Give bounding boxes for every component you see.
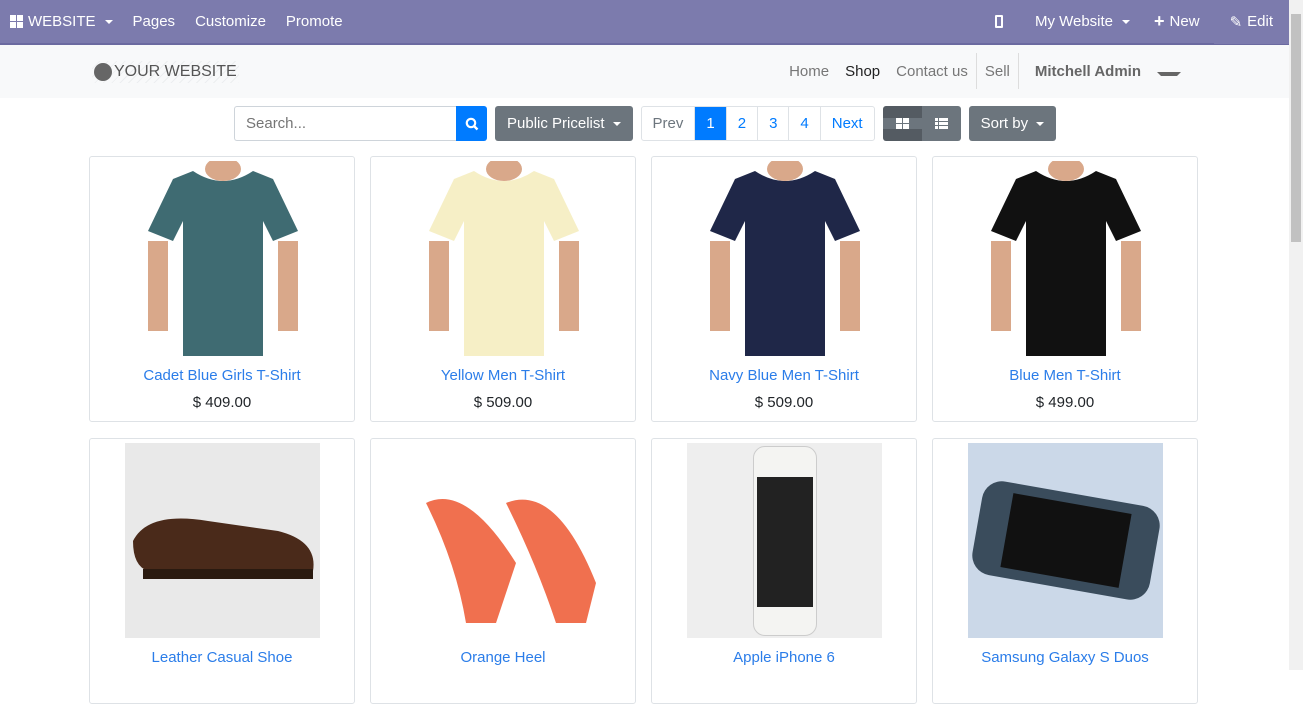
mobile-icon bbox=[994, 15, 1003, 28]
new-button[interactable]: + New bbox=[1140, 0, 1214, 44]
sort-label: Sort by bbox=[980, 115, 1029, 132]
website-label: WEBSITE bbox=[28, 13, 96, 30]
search-input[interactable] bbox=[234, 106, 456, 141]
scrollbar-thumb[interactable] bbox=[1291, 14, 1301, 242]
product-card[interactable]: Apple iPhone 6 bbox=[651, 438, 917, 704]
pencil-icon: ✎ bbox=[1229, 13, 1243, 31]
product-image[interactable] bbox=[125, 161, 320, 356]
logo-text: YOUR WEBSITE bbox=[114, 63, 237, 80]
product-card[interactable]: Samsung Galaxy S Duos bbox=[932, 438, 1198, 704]
nav-shop[interactable]: Shop bbox=[837, 63, 888, 80]
product-price: $ 509.00 bbox=[473, 394, 533, 411]
product-name[interactable]: Samsung Galaxy S Duos bbox=[933, 649, 1197, 666]
user-name: Mitchell Admin bbox=[1034, 62, 1141, 80]
list-icon bbox=[921, 118, 961, 129]
main-nav: Home Shop Contact us Sell Mitchell Admin bbox=[781, 53, 1189, 89]
product-price: $ 409.00 bbox=[192, 394, 252, 411]
product-image[interactable] bbox=[406, 443, 601, 638]
pages-menu[interactable]: Pages bbox=[123, 0, 186, 44]
my-website-label: My Website bbox=[1034, 13, 1114, 30]
page-next[interactable]: Next bbox=[819, 107, 874, 140]
user-menu[interactable]: Mitchell Admin bbox=[1019, 63, 1189, 80]
product-card[interactable]: Cadet Blue Girls T-Shirt $ 409.00 bbox=[89, 156, 355, 422]
page-4[interactable]: 4 bbox=[788, 107, 819, 140]
edit-button[interactable]: ✎ Edit bbox=[1213, 0, 1289, 44]
product-card[interactable]: Blue Men T-Shirt $ 499.00 bbox=[932, 156, 1198, 422]
product-card[interactable]: Leather Casual Shoe bbox=[89, 438, 355, 704]
page-prev[interactable]: Prev bbox=[642, 107, 695, 140]
my-website-menu[interactable]: My Website bbox=[1025, 0, 1140, 44]
grid-view-button[interactable] bbox=[882, 106, 922, 141]
product-card[interactable]: Navy Blue Men T-Shirt $ 509.00 bbox=[651, 156, 917, 422]
pricelist-dropdown[interactable]: Public Pricelist bbox=[495, 106, 633, 141]
product-image[interactable] bbox=[968, 161, 1163, 356]
product-name[interactable]: Orange Heel bbox=[371, 649, 635, 666]
nav-home[interactable]: Home bbox=[781, 63, 837, 80]
shop-toolbar: Public Pricelist Prev 1 2 3 4 Next Sort … bbox=[234, 106, 1057, 141]
product-image[interactable] bbox=[125, 443, 320, 638]
sort-dropdown[interactable]: Sort by bbox=[968, 106, 1057, 141]
page-2[interactable]: 2 bbox=[725, 107, 757, 140]
product-image[interactable] bbox=[406, 161, 601, 356]
product-name[interactable]: Navy Blue Men T-Shirt bbox=[652, 367, 916, 384]
product-card[interactable]: Orange Heel bbox=[370, 438, 636, 704]
new-label: New bbox=[1169, 13, 1200, 30]
page-1[interactable]: 1 bbox=[694, 107, 726, 140]
view-toggle bbox=[882, 106, 961, 141]
globe-icon bbox=[94, 63, 112, 81]
page-3[interactable]: 3 bbox=[757, 107, 788, 140]
product-name[interactable]: Cadet Blue Girls T-Shirt bbox=[90, 367, 354, 384]
site-header: YOUR WEBSITE Home Shop Contact us Sell M… bbox=[0, 45, 1289, 98]
product-name[interactable]: Apple iPhone 6 bbox=[652, 649, 916, 666]
website-menu[interactable]: WEBSITE bbox=[0, 0, 123, 44]
mobile-preview-button[interactable] bbox=[973, 0, 1025, 44]
plus-icon: + bbox=[1154, 11, 1165, 31]
grid-icon bbox=[882, 118, 922, 129]
edit-label: Edit bbox=[1247, 13, 1273, 30]
product-image[interactable] bbox=[968, 443, 1163, 638]
scrollbar[interactable] bbox=[1289, 0, 1303, 670]
product-price: $ 499.00 bbox=[1035, 394, 1095, 411]
search-form bbox=[234, 106, 487, 141]
nav-sell[interactable]: Sell bbox=[977, 63, 1018, 80]
search-button[interactable] bbox=[456, 106, 487, 141]
promote-menu[interactable]: Promote bbox=[276, 0, 353, 44]
product-card[interactable]: Yellow Men T-Shirt $ 509.00 bbox=[370, 156, 636, 422]
product-price: $ 509.00 bbox=[754, 394, 814, 411]
product-image[interactable] bbox=[687, 161, 882, 356]
pricelist-label: Public Pricelist bbox=[507, 115, 605, 132]
product-name[interactable]: Leather Casual Shoe bbox=[90, 649, 354, 666]
admin-topbar: WEBSITE Pages Customize Promote My Websi… bbox=[0, 0, 1289, 45]
customize-menu[interactable]: Customize bbox=[185, 0, 276, 44]
search-icon bbox=[465, 117, 478, 130]
site-logo[interactable]: YOUR WEBSITE bbox=[92, 61, 239, 83]
product-image[interactable] bbox=[687, 443, 882, 638]
product-name[interactable]: Yellow Men T-Shirt bbox=[371, 367, 635, 384]
pagination: Prev 1 2 3 4 Next bbox=[640, 106, 875, 141]
nav-contact[interactable]: Contact us bbox=[888, 63, 976, 80]
list-view-button[interactable] bbox=[921, 106, 961, 141]
apps-icon bbox=[10, 15, 23, 28]
product-name[interactable]: Blue Men T-Shirt bbox=[933, 367, 1197, 384]
